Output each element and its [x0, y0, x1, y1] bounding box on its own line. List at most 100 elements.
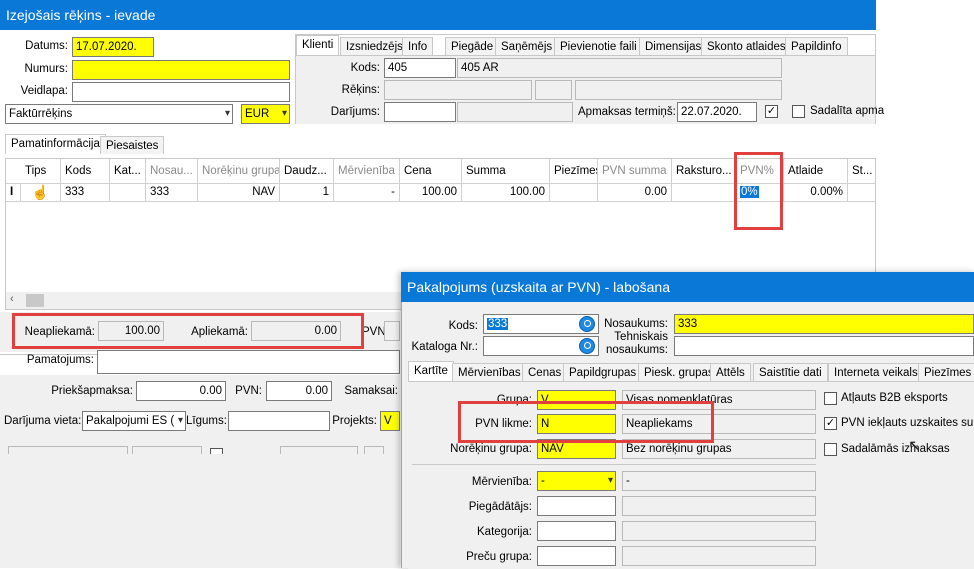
cell-st[interactable]: V	[848, 183, 875, 201]
col-piezimes[interactable]: Piezīmes	[550, 159, 598, 183]
tab-skonto-atlaides[interactable]: Skonto atlaides	[701, 37, 792, 55]
tab-pievienotie-faili[interactable]: Pievienotie faili	[554, 37, 643, 55]
mervieniba-select[interactable]: - ▾	[537, 471, 616, 491]
veidlapa-label: Veidlapa:	[20, 85, 68, 97]
tab-info[interactable]: Info	[402, 37, 434, 55]
darijums-label: Darījums:	[330, 106, 380, 118]
cell-kods[interactable]: 333	[61, 183, 110, 201]
numurs-field[interactable]	[72, 60, 290, 80]
apmaksas-termins-field[interactable]: 22.07.2020.	[677, 102, 757, 122]
atlauts-b2b-checkbox[interactable]	[824, 392, 837, 405]
col-norekinu-grupa[interactable]: Norēķinu grupa	[198, 159, 280, 183]
cell-daudzums[interactable]: 1	[280, 183, 334, 201]
tab-dimensijas[interactable]: Dimensijas	[639, 37, 708, 55]
tab-piesk-grupas[interactable]: Piesk. grupas	[638, 363, 720, 381]
cell-pvn-summa[interactable]: 0.00	[598, 183, 672, 201]
cell-mervieniba[interactable]: -	[334, 183, 400, 201]
scrollbar-thumb[interactable]	[26, 294, 44, 307]
main-window-title: Izejošais rēķins - ievade	[6, 7, 156, 23]
darijums-field[interactable]	[384, 102, 456, 122]
veidlapa-field[interactable]	[72, 82, 290, 102]
tab-pamatinformacija[interactable]: Pamatinformācija	[5, 134, 106, 154]
tehniskais-label-2: nosaukums:	[605, 344, 668, 356]
pvn-field[interactable]: 0.00	[266, 381, 332, 401]
cell-norekinu-grupa[interactable]: NAV	[198, 183, 280, 201]
tab-kartite[interactable]: Kartīte	[408, 361, 454, 381]
tab-mervienibas[interactable]: Mērvienības	[452, 363, 527, 381]
cell-summa[interactable]: 100.00	[462, 183, 550, 201]
sadalita-checkbox[interactable]	[792, 105, 805, 118]
cell-cena[interactable]: 100.00	[400, 183, 462, 201]
cell-raksturojums[interactable]	[672, 183, 736, 201]
rekins-field-1	[384, 80, 532, 100]
darijuma-vieta-select[interactable]: Pakalpojumi ES ( ▾	[82, 411, 186, 431]
apmaksas-checkbox[interactable]: ✓	[765, 105, 778, 118]
hand-pointer-icon: ☝	[21, 183, 61, 201]
col-pvn-summa[interactable]: PVN summa	[598, 159, 672, 183]
dialog-nosaukums-field[interactable]: 333	[674, 314, 974, 334]
dialog-tab-strip: Kartīte Mērvienības Cenas Papildgrupas P…	[408, 361, 974, 383]
tab-sanemejs[interactable]: Saņēmējs	[495, 37, 559, 55]
client-kods-field[interactable]: 405	[384, 58, 456, 78]
prieksapmaksa-field[interactable]: 0.00	[136, 381, 226, 401]
ligums-field[interactable]	[228, 411, 330, 431]
cell-nosaukums[interactable]: 333	[146, 183, 198, 201]
col-summa[interactable]: Summa	[462, 159, 550, 183]
pvn-ieklauts-checkbox[interactable]: ✓	[824, 417, 837, 430]
tab-papildinfo[interactable]: Papildinfo	[785, 37, 848, 55]
hidden-field-1	[8, 446, 128, 454]
precu-grupa-field[interactable]	[537, 546, 616, 566]
projekts-field[interactable]: V	[380, 411, 400, 431]
piegadatajs-label: Piegādātājs:	[468, 501, 532, 513]
tehniskais-label-1: Tehniskais	[614, 331, 668, 343]
col-atlaide[interactable]: Atlaide	[784, 159, 848, 183]
piegadatajs-field[interactable]	[537, 496, 616, 516]
lower-panel	[0, 375, 400, 568]
col-daudzums[interactable]: Daudz...	[280, 159, 334, 183]
tab-cenas[interactable]: Cenas	[522, 363, 568, 381]
horizontal-scrollbar[interactable]: ‹	[6, 292, 406, 309]
col-kat[interactable]: Kat...	[110, 159, 146, 183]
tab-klienti[interactable]: Klienti	[296, 35, 340, 55]
datums-field[interactable]: 17.07.2020.	[72, 37, 154, 57]
col-tips[interactable]: Tips	[21, 159, 61, 183]
sadalamas-label: Sadalāmās izmaksas	[841, 443, 950, 455]
tab-papildgrupas[interactable]: Papildgrupas	[563, 363, 643, 381]
col-mervieniba[interactable]: Mērvienība	[334, 159, 400, 183]
col-st[interactable]: St...	[848, 159, 875, 183]
precu-grupa-label: Preču grupa:	[466, 551, 532, 563]
precu-grupa-desc-field	[622, 546, 816, 566]
tab-piesaistes[interactable]: Piesaistes	[100, 136, 165, 154]
cell-kat[interactable]	[110, 183, 146, 201]
tab-izsniedzejs[interactable]: Izsniedzējs	[340, 37, 409, 55]
atlauts-b2b-label: Atļauts B2B eksports	[841, 392, 948, 404]
chevron-down-icon: ▾	[224, 108, 230, 119]
tab-piegade[interactable]: Piegāde	[445, 37, 500, 55]
currency-select[interactable]: EUR ▾	[241, 104, 290, 124]
tab-piezimes[interactable]: Piezīmes	[918, 363, 974, 381]
cell-atlaide[interactable]: 0.00%	[784, 183, 848, 201]
col-nosaukums[interactable]: Nosau...	[146, 159, 198, 183]
tab-attels[interactable]: Attēls	[710, 363, 751, 381]
invoice-type-select[interactable]: Faktūrrēķins ▾	[5, 104, 233, 124]
col-raksturojums[interactable]: Raksturo...	[672, 159, 736, 183]
cell-piezimes[interactable]	[550, 183, 598, 201]
sub-tab-strip: Pamatinformācija Piesaistes	[5, 134, 305, 156]
rekins-label: Rēķins:	[341, 84, 380, 96]
darijums-desc-field	[457, 102, 573, 122]
partially-hidden-row	[0, 442, 400, 454]
tehniskais-field[interactable]	[674, 336, 974, 356]
scroll-left-icon[interactable]: ‹	[10, 293, 14, 305]
ligums-label: Līgums:	[186, 415, 227, 427]
hidden-checkbox[interactable]	[210, 448, 223, 454]
pamatojums-field[interactable]	[97, 350, 400, 374]
tab-saistitie-dati[interactable]: Saistītie dati	[753, 363, 828, 381]
kategorija-field[interactable]	[537, 521, 616, 541]
col-kods[interactable]: Kods	[61, 159, 110, 183]
client-name-field: 405 AR	[457, 58, 782, 78]
col-cena[interactable]: Cena	[400, 159, 462, 183]
kods-lookup-icon[interactable]	[579, 316, 595, 332]
sadalamas-checkbox[interactable]	[824, 443, 837, 456]
tab-interneta-veikals[interactable]: Interneta veikals	[828, 363, 924, 381]
kataloga-lookup-icon[interactable]	[579, 338, 595, 354]
